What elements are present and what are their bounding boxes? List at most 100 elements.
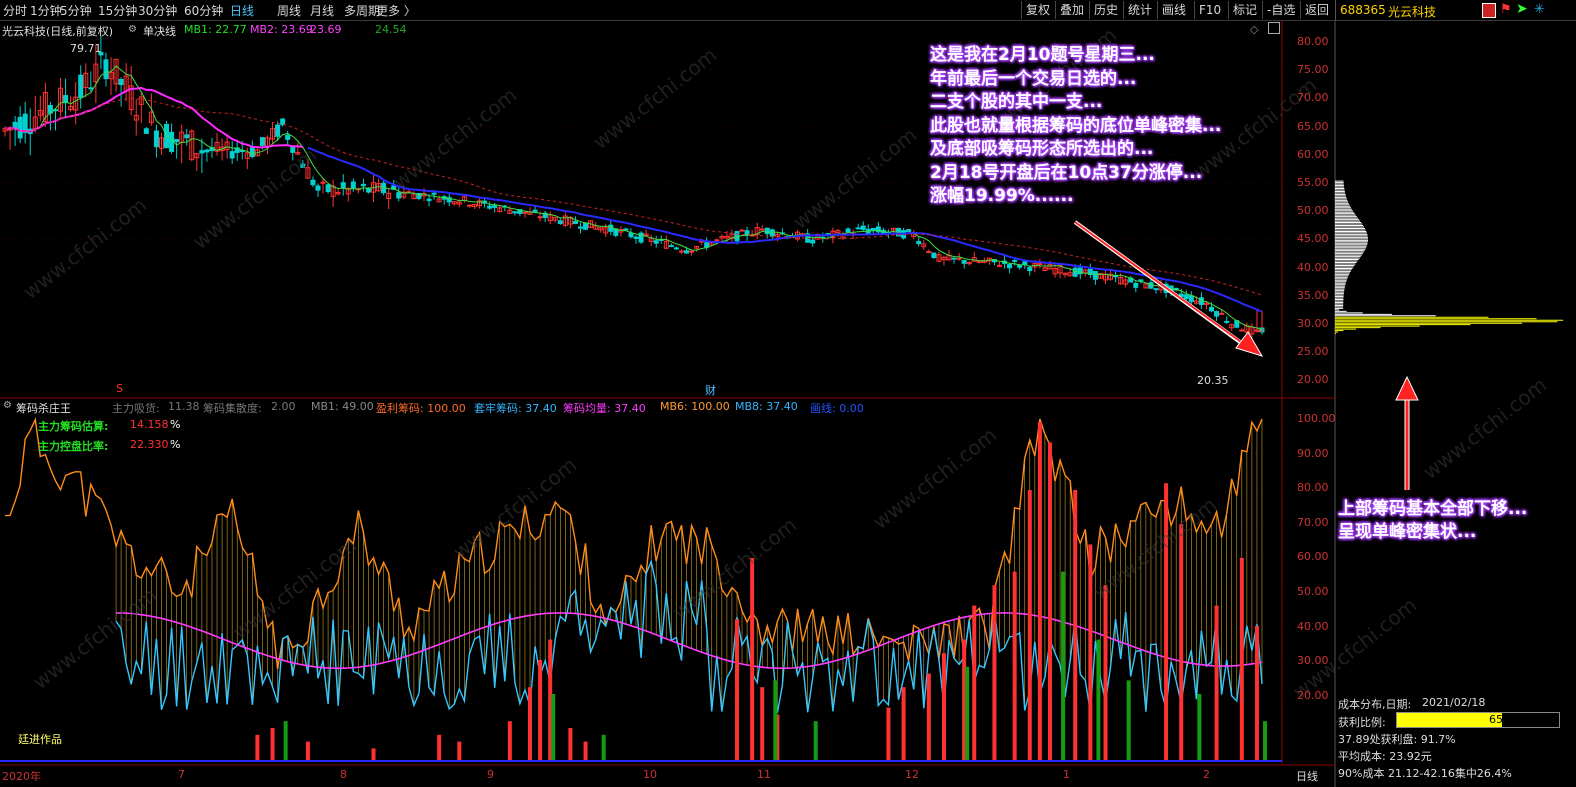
sub-y-tick: 30.00 [1297, 654, 1329, 668]
tools-icon[interactable]: ✳ [1534, 2, 1545, 17]
high-price-label: 79.71 [70, 42, 102, 55]
period-tab-3[interactable]: 15分钟 [98, 2, 137, 19]
diamond-icon[interactable]: ◇ [1250, 23, 1258, 36]
candle-body [259, 137, 265, 146]
tool-button-3[interactable]: 统计 [1123, 1, 1156, 19]
candle-body [199, 150, 205, 154]
volume-bar [1179, 524, 1184, 762]
candle-body [633, 236, 639, 239]
volume-bar [568, 728, 573, 762]
period-tab-1[interactable]: 1分钟 [30, 2, 62, 19]
panel-menu-icon[interactable] [1482, 3, 1496, 18]
maximize-icon[interactable] [1268, 22, 1280, 34]
volume-bar [760, 687, 765, 762]
tool-button-4[interactable]: 画线 [1157, 1, 1190, 19]
candle-body [143, 128, 149, 134]
main-y-tick: 40.00 [1297, 260, 1329, 274]
candle-body [1188, 295, 1194, 303]
candle-body [931, 252, 937, 259]
tool-button-8[interactable]: 返回 [1300, 1, 1333, 19]
tool-button-6[interactable]: 标记 [1228, 1, 1261, 19]
candle-body [1007, 263, 1013, 269]
volume-bar [1047, 442, 1052, 762]
candle-body [285, 134, 291, 140]
volume-bar-green [773, 680, 778, 762]
candle-body [1239, 329, 1245, 332]
volume-bar [528, 687, 533, 762]
main-y-tick: 20.00 [1297, 373, 1329, 387]
watermark-text: www.cfchi.com [1288, 593, 1421, 704]
candle-body [628, 232, 634, 238]
low-price-label: 20.35 [1197, 374, 1229, 387]
right-panel-title: 688365 光云科技 ⚑ ➤ ✳ [1335, 0, 1576, 21]
volume-bar [255, 734, 260, 762]
sub-legend-item: 画线: 0.00 [810, 402, 864, 415]
candle-body [492, 205, 498, 208]
tool-button-7[interactable]: -自选 [1262, 1, 1299, 19]
period-tab-5[interactable]: 60分钟 [184, 2, 223, 19]
candle-body [487, 205, 493, 209]
candle-body [280, 118, 286, 126]
period-tab-4[interactable]: 30分钟 [138, 2, 177, 19]
period-tab-6[interactable]: 日线 [230, 2, 254, 19]
annotation-right-line: 上部筹码基本全部下移... [1338, 499, 1528, 519]
x-tick: 2 [1203, 768, 1210, 781]
tool-button-1[interactable]: 叠加 [1055, 1, 1088, 19]
period-tab-7[interactable]: 周线 [277, 2, 301, 19]
candle-body [855, 227, 861, 230]
tool-button-2[interactable]: 历史 [1089, 1, 1122, 19]
candle-body [78, 74, 84, 99]
candle-body [1138, 279, 1144, 282]
period-tab-9[interactable]: 多周期 [344, 2, 380, 19]
candle-body [1027, 266, 1033, 272]
main-force-value: 14.158 [130, 418, 169, 431]
sub-chart-title[interactable]: 筹码杀庄王 [16, 400, 71, 416]
period-tab-0[interactable]: 分时 [3, 2, 27, 19]
annotation-line: 二支个股的其中一支... [930, 92, 1103, 112]
annotation-right-line: 呈现单峰密集状... [1338, 522, 1477, 542]
candle-body [350, 181, 356, 189]
candle-body [169, 131, 175, 152]
period-tab-10[interactable]: 更多 〉 [376, 2, 416, 19]
chip-date: 2021/02/18 [1422, 696, 1486, 709]
tool-button-0[interactable]: 复权 [1021, 1, 1054, 19]
volume-bar [941, 653, 946, 762]
annotation-line: 此股也就量根据筹码的底位单峰密集... [930, 115, 1222, 136]
sub-y-tick: 20.00 [1297, 688, 1329, 702]
volume-bar [1239, 558, 1244, 762]
candle-body [704, 242, 710, 248]
profit-line: 37.89处获利盘: 91.7% [1338, 733, 1456, 746]
arrow-cursor-icon[interactable]: ➤ [1516, 1, 1528, 17]
volume-bar [457, 741, 462, 762]
x-tick: 8 [340, 768, 347, 781]
period-tab-8[interactable]: 月线 [310, 2, 334, 19]
candle-body [1224, 320, 1230, 323]
profit-ratio-bar: 65.1% [1396, 712, 1560, 728]
volume-bar-green [813, 721, 818, 762]
candle-body [1214, 311, 1220, 317]
settings-icon[interactable]: ⚙ [128, 24, 137, 35]
flag-icon[interactable]: ⚑ [1500, 2, 1512, 17]
volume-bar-green [1126, 680, 1131, 762]
sub-settings-icon[interactable]: ⚙ [3, 400, 12, 411]
volume-bar-green [965, 666, 970, 762]
candle-body [583, 222, 589, 230]
watermark-text: www.cfchi.com [228, 533, 361, 644]
candle-body [229, 151, 235, 159]
candle-body [557, 220, 563, 224]
main-y-tick: 35.00 [1297, 288, 1329, 302]
volume-bar [305, 741, 310, 762]
avg-cost-line: 平均成本: 23.92元 [1338, 750, 1432, 763]
watermark-text: www.cfchi.com [188, 143, 321, 254]
period-tab-2[interactable]: 5分钟 [60, 2, 92, 19]
main-y-tick: 45.00 [1297, 232, 1329, 246]
watermark-text: www.cfchi.com [388, 83, 521, 194]
candle-body [684, 250, 690, 254]
x-tick: 11 [757, 768, 771, 781]
tool-button-5[interactable]: F10 [1194, 1, 1225, 19]
indicator-name[interactable]: 单决线 [143, 23, 176, 39]
volume-bar-green [1197, 694, 1202, 762]
sub-chart-header: ⚙ 筹码杀庄王 主力吸货: 11.38 筹码集散度: 2.00 MB1: 49.00 盈利… [0, 399, 1280, 415]
annotation-arrow [1074, 221, 1249, 348]
candle-body [315, 185, 321, 191]
